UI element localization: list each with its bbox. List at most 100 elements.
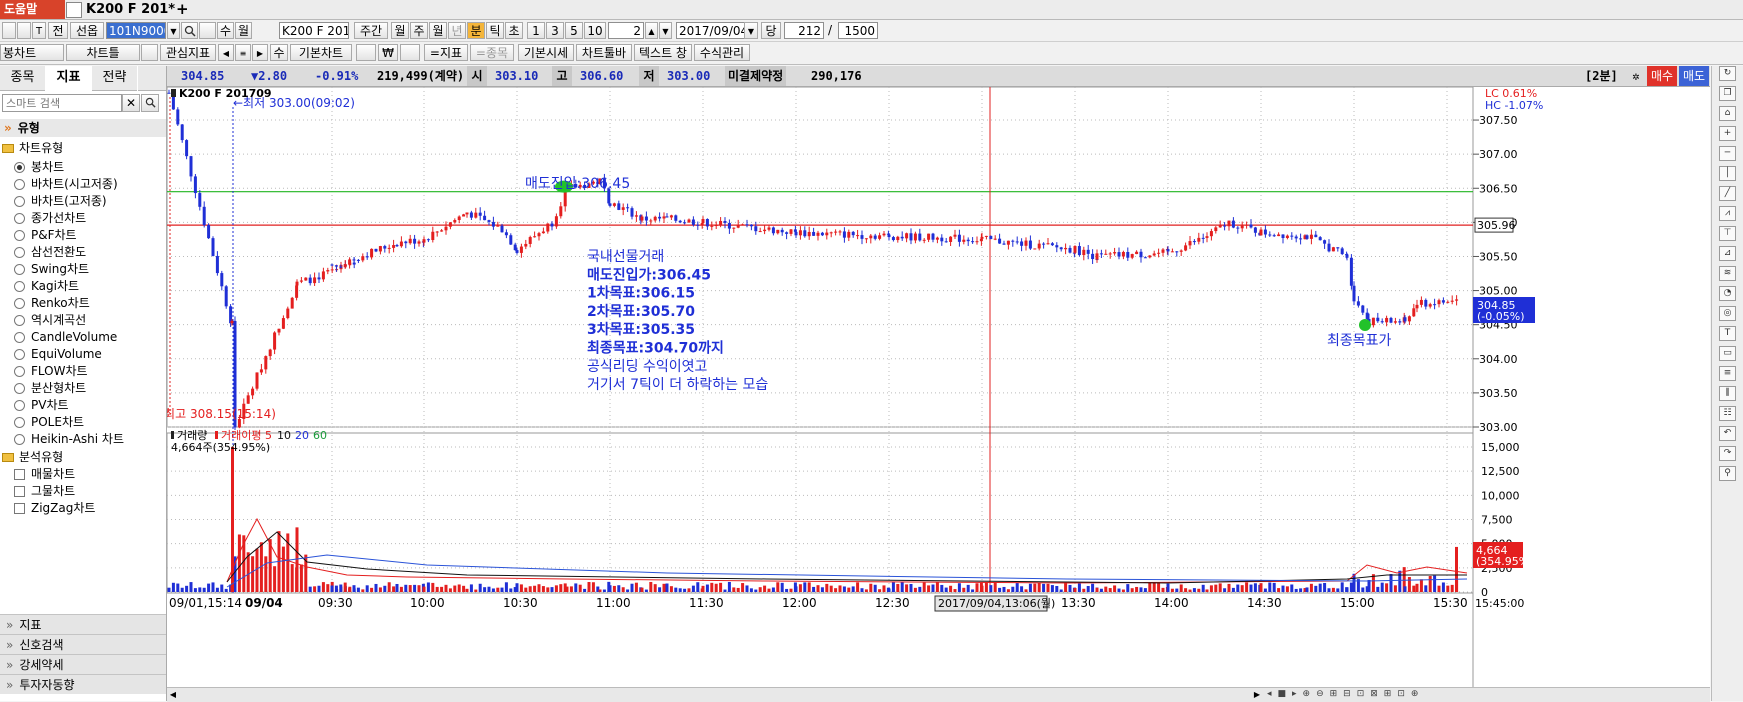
symbol-dropdown-icon[interactable]: ▼ (167, 22, 180, 39)
all-button[interactable]: 전 (48, 22, 68, 39)
interval-3-button[interactable]: 3 (546, 22, 564, 39)
chart-type-option[interactable]: 바차트(고저종) (0, 192, 166, 210)
radio-button[interactable] (14, 349, 25, 360)
chart-type-option[interactable]: EquiVolume (0, 345, 166, 363)
chart-type-option[interactable]: 바차트(시고저종) (0, 175, 166, 193)
interval-10-button[interactable]: 10 (584, 22, 606, 39)
chart-type-option[interactable]: 삼선전환도 (0, 243, 166, 261)
list-icon[interactable]: ≡ (235, 44, 251, 61)
horizontal-line-icon[interactable]: ─ (1719, 146, 1736, 161)
chart-type-option[interactable]: PV차트 (0, 396, 166, 414)
radio-button[interactable] (14, 179, 25, 190)
candle-chart-button[interactable]: 봉차트 (0, 44, 64, 61)
interval-spin-icon[interactable]: ▲ (645, 22, 658, 39)
radio-button[interactable] (14, 332, 25, 343)
scroll-right-icon[interactable]: ▶ (1251, 688, 1263, 701)
chart-toolbar-button[interactable]: 차트툴바 (576, 44, 632, 61)
tab-indicator[interactable]: 지표 (46, 66, 91, 90)
table-icon[interactable]: ☷ (1719, 406, 1736, 421)
chart-type-option[interactable]: P&F차트 (0, 226, 166, 244)
refresh-icon[interactable]: ↻ (1719, 66, 1736, 81)
item-button[interactable]: =종목 (470, 44, 514, 61)
radio-button[interactable] (14, 230, 25, 241)
chart-type-option[interactable]: 종가선차트 (0, 209, 166, 227)
help-button[interactable]: 도움말 (0, 0, 65, 19)
fibonacci-icon[interactable]: ≋ (1719, 266, 1736, 281)
next-icon[interactable]: ▶ (252, 44, 268, 61)
undo-icon[interactable]: ↶ (1719, 426, 1736, 441)
home-icon[interactable]: ⌂ (1719, 106, 1736, 121)
gann-icon[interactable]: ◔ (1719, 286, 1736, 301)
chart-type-option[interactable]: Swing차트 (0, 260, 166, 278)
checkbox[interactable] (14, 469, 25, 480)
add-tab-button[interactable]: + (176, 0, 189, 19)
pattern-icon[interactable]: ⊿ (1719, 246, 1736, 261)
period-week-button[interactable]: 주간 (354, 22, 388, 39)
interval-input[interactable]: 2 (608, 22, 644, 39)
search-icon[interactable] (181, 22, 198, 39)
channel-icon[interactable]: ⊤ (1719, 226, 1736, 241)
radio-button[interactable] (14, 383, 25, 394)
text-tool-icon[interactable]: T (1719, 326, 1736, 341)
tab-active-chart[interactable]: K200 F 201* (86, 0, 175, 19)
radio-button[interactable] (14, 281, 25, 292)
unit-tick-button[interactable]: 틱 (486, 22, 504, 39)
unit-year-button[interactable]: 년 (448, 22, 466, 39)
symbol-code-input[interactable]: 101N9000 (106, 22, 166, 39)
formula-manager-button[interactable]: 수식관리 (694, 44, 750, 61)
interval-1-button[interactable]: 1 (527, 22, 545, 39)
auto-trend-icon[interactable]: ⩘ (1719, 206, 1736, 221)
radio-button[interactable] (14, 400, 25, 411)
formula-button[interactable]: 수 (270, 44, 288, 61)
bars-icon[interactable]: ⫼ (1719, 386, 1736, 401)
count-input[interactable]: 212 (784, 22, 824, 39)
clear-search-icon[interactable]: ✕ (122, 94, 140, 112)
tab-symbol[interactable]: 종목 (0, 66, 45, 91)
currency-icon[interactable]: ₩ (378, 44, 398, 61)
chart-type-option[interactable]: POLE차트 (0, 413, 166, 431)
vertical-line-icon[interactable]: │ (1719, 166, 1736, 181)
radio-button[interactable] (14, 264, 25, 275)
interval-5-button[interactable]: 5 (565, 22, 583, 39)
sell-button[interactable]: 매도 (1679, 66, 1709, 86)
layout-icon[interactable] (2, 22, 16, 39)
analysis-type-option[interactable]: 매물차트 (0, 465, 166, 483)
chart-type-option[interactable]: CandleVolume (0, 328, 166, 346)
chart-control-icons[interactable]: ◂■▸⊕⊖⊞⊟⊡⊠⊞⊡⊕ (1267, 689, 1707, 700)
bottom-item-indicator[interactable]: » 지표 (0, 614, 166, 634)
chart-frame-button[interactable]: 차트틀 (66, 44, 140, 61)
layers-icon[interactable]: ≡ (1719, 366, 1736, 381)
total-count-input[interactable]: 1500 (838, 22, 878, 39)
section-type[interactable]: » 유형 (0, 119, 166, 137)
radio-button[interactable] (14, 315, 25, 326)
box-icon[interactable]: ▭ (1719, 346, 1736, 361)
chart-type-option[interactable]: Heikin-Ashi 차트 (0, 430, 166, 448)
grid-icon[interactable] (17, 22, 31, 39)
condition-button[interactable]: 수 (217, 22, 234, 39)
futures-options-button[interactable]: 선옵 (70, 22, 104, 39)
unit-minute-button[interactable]: 분 (467, 22, 485, 39)
radio-button[interactable] (14, 366, 25, 377)
window-icon[interactable] (66, 2, 82, 18)
unit-second-button[interactable]: 초 (505, 22, 523, 39)
chart-type-option[interactable]: 봉차트 (0, 158, 166, 176)
settings-icon[interactable] (356, 44, 376, 61)
prev-icon[interactable]: ◀ (218, 44, 234, 61)
checkbox[interactable] (14, 503, 25, 514)
buy-button[interactable]: 매수 (1647, 66, 1677, 86)
tool-icon[interactable] (400, 44, 420, 61)
tab-strategy[interactable]: 전략 (92, 66, 137, 91)
analysis-type-option[interactable]: ZigZag차트 (0, 499, 166, 517)
chart-type-option[interactable]: Renko차트 (0, 294, 166, 312)
analysis-type-option[interactable]: 그물차트 (0, 482, 166, 500)
bottom-item-signal[interactable]: » 신호검색 (0, 634, 166, 654)
chart-type-option[interactable]: FLOW차트 (0, 362, 166, 380)
redo-icon[interactable]: ↷ (1719, 446, 1736, 461)
trend-line-icon[interactable]: ╱ (1719, 186, 1736, 201)
unit-day-button[interactable]: 월 (429, 22, 447, 39)
basic-chart-button[interactable]: 기본차트 (290, 44, 352, 61)
zoom-icon[interactable]: ⚲ (1719, 466, 1736, 481)
smart-search-input[interactable] (2, 94, 122, 112)
bottom-item-investor[interactable]: » 투자자동향 (0, 674, 166, 694)
radio-button[interactable] (14, 162, 25, 173)
